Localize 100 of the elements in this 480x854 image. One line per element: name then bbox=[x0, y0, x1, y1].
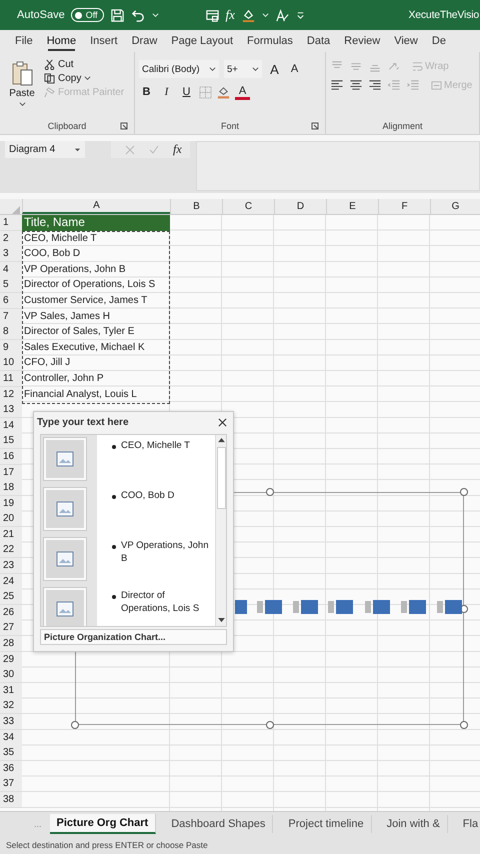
row-header[interactable]: 12 bbox=[0, 386, 22, 403]
row-header[interactable]: 29 bbox=[0, 652, 22, 668]
row-header[interactable]: 25 bbox=[0, 589, 22, 606]
row-header[interactable]: 31 bbox=[0, 682, 22, 699]
row-header[interactable]: 16 bbox=[0, 448, 22, 465]
row-header[interactable]: 14 bbox=[0, 418, 22, 434]
bullet-text[interactable]: CEO, Michelle T bbox=[121, 435, 213, 452]
row-header[interactable]: 33 bbox=[0, 714, 22, 730]
row-header[interactable]: 19 bbox=[0, 496, 22, 512]
row-header[interactable]: 22 bbox=[0, 542, 22, 558]
align-center-icon[interactable] bbox=[349, 79, 363, 92]
ribbon-tab[interactable]: File bbox=[8, 32, 40, 50]
row-header[interactable]: 8 bbox=[0, 324, 22, 340]
row-header[interactable]: 23 bbox=[0, 558, 22, 574]
row-header[interactable]: 4 bbox=[0, 262, 22, 278]
row-header[interactable]: 24 bbox=[0, 574, 22, 590]
font-color-button[interactable]: A bbox=[235, 84, 250, 100]
sheet-tab[interactable]: Join with & bbox=[380, 815, 448, 833]
row-header[interactable]: 13 bbox=[0, 402, 22, 418]
scrollbar[interactable] bbox=[215, 435, 226, 626]
ribbon-tab[interactable]: Draw bbox=[124, 32, 164, 50]
shrink-font-button[interactable]: A bbox=[287, 61, 302, 77]
ribbon-tab[interactable]: Page Layout bbox=[164, 32, 240, 50]
row-header[interactable]: 5 bbox=[0, 277, 22, 294]
ribbon-tab[interactable]: Data bbox=[300, 32, 338, 50]
row-header[interactable]: 10 bbox=[0, 355, 22, 372]
name-box[interactable]: Diagram 4 bbox=[5, 141, 85, 158]
row-header[interactable]: 28 bbox=[0, 636, 22, 652]
sheet-tab[interactable]: Picture Org Chart bbox=[50, 814, 156, 834]
row-header[interactable]: 38 bbox=[0, 792, 22, 808]
column-header[interactable]: G bbox=[430, 199, 480, 214]
row-header[interactable]: 15 bbox=[0, 433, 22, 450]
row-header[interactable]: 32 bbox=[0, 698, 22, 714]
row-header[interactable]: 30 bbox=[0, 667, 22, 684]
font-size-dropdown[interactable]: 5+ bbox=[224, 60, 262, 78]
row-header[interactable]: 36 bbox=[0, 760, 22, 777]
close-icon[interactable] bbox=[218, 418, 227, 426]
insert-function-button[interactable]: fx bbox=[173, 142, 182, 157]
text-effects-icon[interactable] bbox=[274, 8, 290, 22]
scroll-down-icon[interactable] bbox=[218, 618, 224, 623]
fill-color-icon[interactable] bbox=[217, 86, 230, 98]
row-header[interactable]: 21 bbox=[0, 526, 22, 543]
caret-icon[interactable] bbox=[262, 12, 269, 18]
copy-button[interactable]: Copy bbox=[44, 73, 124, 84]
row-header[interactable]: 20 bbox=[0, 511, 22, 528]
column-header[interactable]: C bbox=[222, 199, 274, 214]
insert-picture-button[interactable] bbox=[44, 538, 86, 580]
column-header[interactable]: B bbox=[170, 199, 222, 214]
ribbon-tab[interactable]: Review bbox=[337, 32, 388, 50]
dialog-launcher-icon[interactable] bbox=[311, 122, 319, 130]
paste-button[interactable]: Paste bbox=[4, 56, 40, 118]
row-header[interactable]: 17 bbox=[0, 464, 22, 480]
row-header[interactable]: 9 bbox=[0, 340, 22, 356]
scrollbar-thumb[interactable] bbox=[216, 447, 226, 509]
insert-picture-button[interactable] bbox=[44, 488, 86, 530]
row-header[interactable]: 1 bbox=[0, 215, 22, 231]
bullet-text[interactable]: COO, Bob D bbox=[121, 485, 213, 502]
bold-button[interactable]: B bbox=[139, 84, 154, 100]
customize-icon[interactable] bbox=[296, 10, 305, 20]
underline-button[interactable]: U bbox=[179, 84, 194, 100]
grow-font-button[interactable]: A bbox=[267, 61, 282, 77]
italic-button[interactable]: I bbox=[159, 84, 174, 100]
row-header[interactable]: 34 bbox=[0, 730, 22, 746]
row-header[interactable]: 3 bbox=[0, 246, 22, 262]
cut-button[interactable]: Cut bbox=[44, 59, 124, 70]
row-header[interactable]: 7 bbox=[0, 308, 22, 325]
scroll-up-icon[interactable] bbox=[218, 438, 224, 443]
ribbon-tab[interactable]: Formulas bbox=[240, 32, 300, 50]
row-header[interactable]: 37 bbox=[0, 776, 22, 792]
column-header[interactable]: D bbox=[274, 199, 326, 214]
row-header[interactable]: 2 bbox=[0, 230, 22, 247]
row-header[interactable]: 35 bbox=[0, 745, 22, 762]
insert-picture-button[interactable] bbox=[44, 588, 86, 626]
sheet-tab[interactable]: Dashboard Shapes bbox=[164, 815, 274, 833]
dialog-launcher-icon[interactable] bbox=[120, 122, 128, 130]
formula-input[interactable] bbox=[196, 141, 480, 191]
ribbon-tab[interactable]: Home bbox=[40, 32, 84, 50]
insert-function-button[interactable]: fx bbox=[226, 7, 235, 23]
ribbon-tab[interactable]: Insert bbox=[83, 32, 125, 50]
row-header[interactable]: 6 bbox=[0, 292, 22, 309]
fill-color-icon[interactable] bbox=[240, 8, 256, 22]
form-icon[interactable] bbox=[204, 8, 220, 22]
row-header[interactable]: 18 bbox=[0, 480, 22, 496]
undo-icon[interactable] bbox=[130, 8, 146, 22]
row-header[interactable]: 26 bbox=[0, 604, 22, 621]
save-icon[interactable] bbox=[110, 8, 125, 22]
insert-picture-button[interactable] bbox=[44, 438, 86, 480]
align-right-icon[interactable] bbox=[368, 79, 382, 92]
sheet-tab[interactable]: Fla bbox=[456, 815, 480, 833]
sheet-tab[interactable]: Project timeline bbox=[281, 815, 372, 833]
caret-icon[interactable] bbox=[152, 12, 159, 18]
ribbon-tab[interactable]: De bbox=[424, 32, 453, 50]
pane-footer[interactable]: Picture Organization Chart... bbox=[40, 629, 227, 645]
font-name-dropdown[interactable]: Calibri (Body) bbox=[139, 60, 219, 78]
align-left-icon[interactable] bbox=[330, 79, 344, 92]
ribbon-tab[interactable]: View bbox=[387, 32, 425, 50]
column-header[interactable]: E bbox=[326, 199, 378, 214]
row-header[interactable]: 27 bbox=[0, 620, 22, 636]
column-header[interactable]: F bbox=[378, 199, 430, 214]
autosave-toggle[interactable]: Off bbox=[70, 8, 104, 22]
